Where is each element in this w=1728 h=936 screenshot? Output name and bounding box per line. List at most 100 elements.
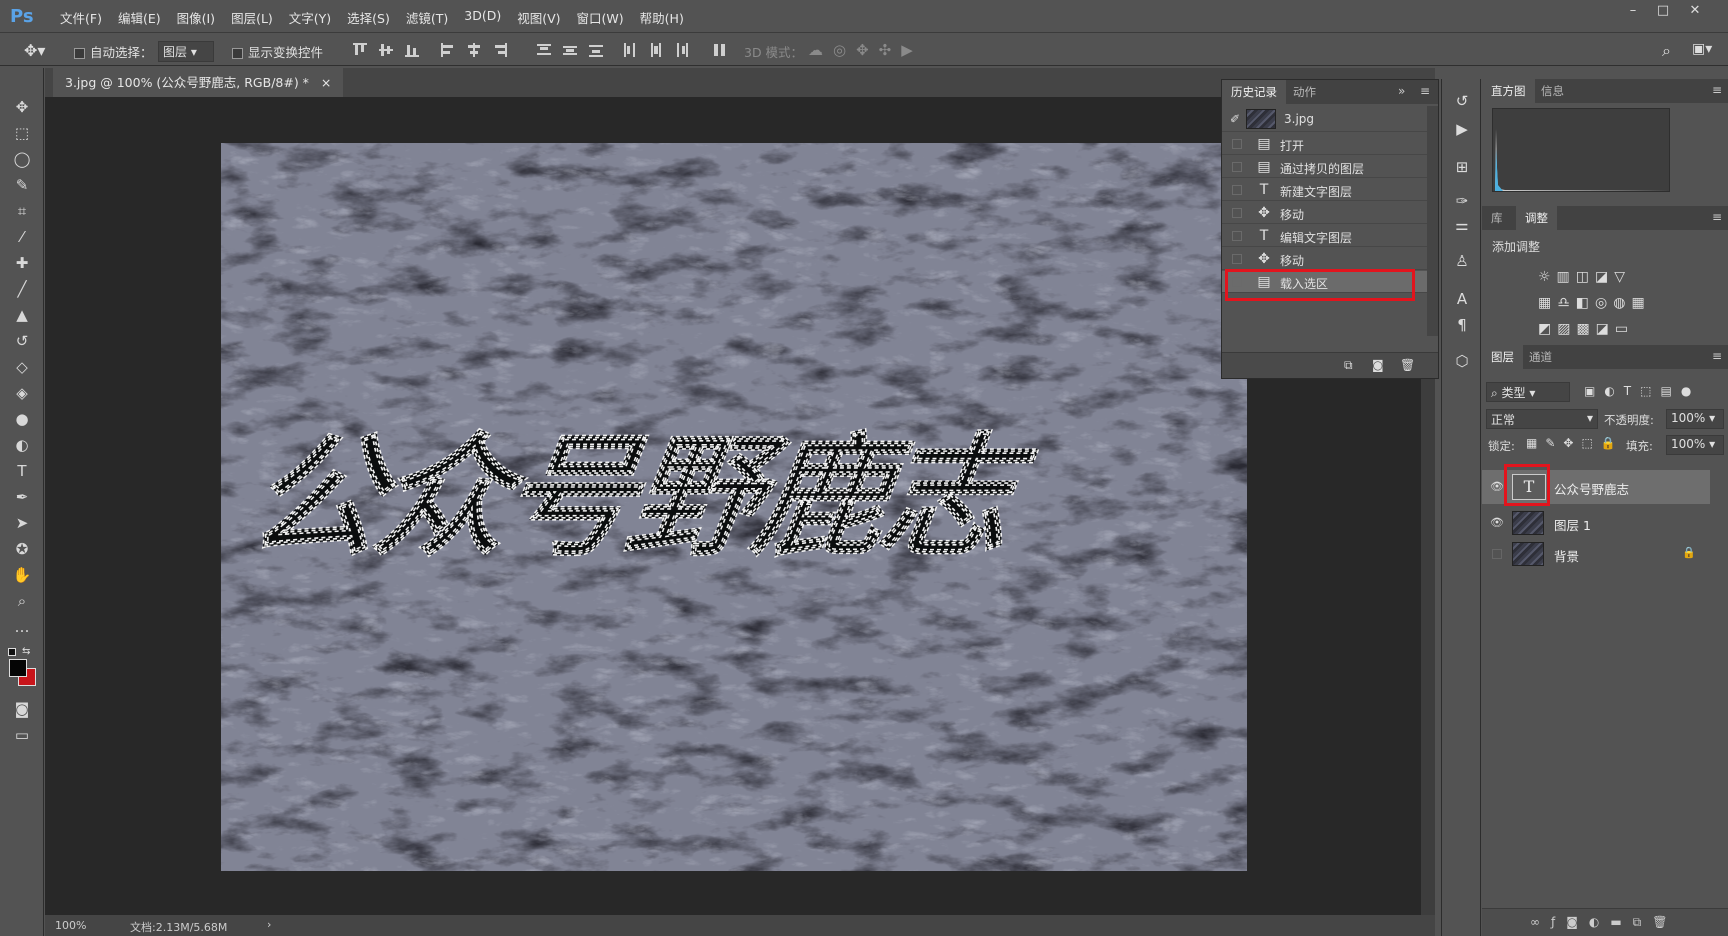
align-hcenter-icon[interactable] bbox=[466, 42, 482, 58]
clone-stamp-tool-icon[interactable]: ▲ bbox=[10, 304, 34, 326]
close-tab-icon[interactable]: × bbox=[321, 75, 331, 90]
paint-bucket-tool-icon[interactable]: ◈ bbox=[10, 382, 34, 404]
adjustment-row-1-icons[interactable]: ☼▥◫◪▽ bbox=[1538, 264, 1688, 290]
visibility-eye-icon[interactable]: 👁 bbox=[1490, 516, 1504, 530]
character-panel-icon[interactable]: A bbox=[1452, 289, 1472, 309]
camera-icon[interactable]: ◙ bbox=[1372, 358, 1384, 372]
distribute-bottom-icon[interactable] bbox=[588, 42, 604, 58]
layer-filter-kind-dropdown[interactable]: ⌕ 类型 ▾ bbox=[1486, 382, 1570, 402]
history-item[interactable]: ▤ 通过拷贝的图层 bbox=[1222, 156, 1427, 178]
auto-align-icon[interactable] bbox=[712, 42, 728, 58]
tab-layers[interactable]: 图层 bbox=[1482, 345, 1523, 369]
menu-select[interactable]: 选择(S) bbox=[339, 8, 398, 27]
show-transform-checkbox[interactable]: 显示变换控件 bbox=[232, 42, 323, 61]
history-scrollbar[interactable] bbox=[1427, 106, 1438, 336]
lasso-tool-icon[interactable]: ◯ bbox=[10, 148, 34, 170]
distribute-hcenter-icon[interactable] bbox=[648, 42, 664, 58]
screen-mode-icon[interactable]: ▭ bbox=[10, 724, 34, 746]
foreground-color-swatch[interactable] bbox=[9, 659, 27, 677]
paragraph-panel-icon[interactable]: ¶ bbox=[1452, 315, 1472, 335]
distribute-left-icon[interactable] bbox=[622, 42, 638, 58]
tab-actions[interactable]: 动作 bbox=[1284, 80, 1325, 104]
zoom-level[interactable]: 100% bbox=[55, 919, 86, 932]
layer-footer-icons[interactable]: ∞ƒ◙◐▬⧉🗑 bbox=[1530, 915, 1678, 930]
hand-tool-icon[interactable]: ✋ bbox=[10, 564, 34, 586]
layer-filter-icons[interactable]: ▣◐T⬚▤● bbox=[1584, 384, 1700, 398]
layer-row-background[interactable]: 背景 🔒 bbox=[1482, 539, 1710, 569]
canvas-image[interactable]: 公众号野鹿志 bbox=[221, 143, 1247, 871]
align-right-icon[interactable] bbox=[492, 42, 508, 58]
tab-libraries[interactable]: 库 bbox=[1482, 206, 1512, 230]
align-vcenter-icon[interactable] bbox=[378, 42, 394, 58]
align-bottom-icon[interactable] bbox=[404, 42, 420, 58]
panel-menu-icon[interactable]: ≡ bbox=[1712, 210, 1722, 224]
eyedropper-tool-icon[interactable]: ⁄ bbox=[10, 226, 34, 248]
history-brush-tool-icon[interactable]: ↺ bbox=[10, 330, 34, 352]
auto-select-dropdown[interactable]: 图层 ▾ bbox=[158, 41, 214, 62]
default-colors-icon[interactable] bbox=[8, 648, 16, 656]
clone-source-icon[interactable]: ♙ bbox=[1452, 251, 1472, 271]
search-icon[interactable]: ⌕ bbox=[1662, 41, 1671, 61]
menu-filter[interactable]: 滤镜(T) bbox=[398, 8, 456, 27]
quick-mask-icon[interactable]: ◙ bbox=[10, 698, 34, 720]
blur-tool-icon[interactable]: ● bbox=[10, 408, 34, 430]
menu-type[interactable]: 文字(Y) bbox=[281, 8, 339, 27]
adjustment-icons[interactable]: ☼▥◫◪▽ ▦♎◧◎◍▦ ◩▨▩◪▭ bbox=[1538, 264, 1688, 342]
distribute-right-icon[interactable] bbox=[674, 42, 690, 58]
minimize-button[interactable]: – bbox=[1620, 4, 1646, 20]
history-item[interactable]: T 新建文字图层 bbox=[1222, 179, 1427, 201]
trash-icon[interactable]: 🗑 bbox=[1400, 358, 1415, 372]
history-item[interactable]: ✥ 移动 bbox=[1222, 248, 1427, 270]
fill-input[interactable]: 100% ▾ bbox=[1666, 435, 1724, 455]
brush-settings-icon[interactable]: ⚌ bbox=[1452, 215, 1472, 235]
tab-history[interactable]: 历史记录 bbox=[1222, 80, 1286, 104]
menu-view[interactable]: 视图(V) bbox=[509, 8, 568, 27]
history-item[interactable]: ✥ 移动 bbox=[1222, 202, 1427, 224]
marquee-tool-icon[interactable]: ⬚ bbox=[10, 122, 34, 144]
status-menu-arrow-icon[interactable]: › bbox=[267, 918, 271, 931]
panel-menu-icon[interactable]: ≡ bbox=[1712, 83, 1722, 97]
path-select-tool-icon[interactable]: ➤ bbox=[10, 512, 34, 534]
shape-tool-icon[interactable]: ✪ bbox=[10, 538, 34, 560]
opacity-input[interactable]: 100% ▾ bbox=[1666, 409, 1724, 429]
visibility-eye-icon[interactable]: 👁 bbox=[1490, 480, 1504, 494]
align-top-icon[interactable] bbox=[352, 42, 368, 58]
eraser-tool-icon[interactable]: ◇ bbox=[10, 356, 34, 378]
menu-image[interactable]: 图像(I) bbox=[169, 8, 223, 27]
menu-file[interactable]: 文件(F) bbox=[52, 8, 110, 27]
dodge-tool-icon[interactable]: ◐ bbox=[10, 434, 34, 456]
brush-panel-icon[interactable]: ✑ bbox=[1452, 191, 1472, 211]
actions-panel-icon[interactable]: ▶ bbox=[1452, 119, 1472, 139]
new-document-from-state-icon[interactable]: ⧉ bbox=[1344, 358, 1353, 373]
brush-tool-icon[interactable]: ╱ bbox=[10, 278, 34, 300]
tab-channels[interactable]: 通道 bbox=[1520, 345, 1561, 369]
distribute-top-icon[interactable] bbox=[536, 42, 552, 58]
3d-panel-icon[interactable]: ⊞ bbox=[1452, 157, 1472, 177]
crop-tool-icon[interactable]: ⌗ bbox=[10, 200, 34, 222]
panel-menu-icon[interactable]: ≡ bbox=[1420, 84, 1430, 98]
pen-tool-icon[interactable]: ✒ bbox=[10, 486, 34, 508]
history-snapshot[interactable]: ✐ 3.jpg bbox=[1222, 106, 1427, 132]
menu-3d[interactable]: 3D(D) bbox=[456, 8, 509, 27]
workspace-icon[interactable]: ▣▾ bbox=[1692, 41, 1712, 57]
swap-colors-icon[interactable]: ⇆ bbox=[22, 646, 30, 657]
menu-help[interactable]: 帮助(H) bbox=[632, 8, 692, 27]
panel-menu-icon[interactable]: ≡ bbox=[1712, 349, 1722, 363]
blend-mode-dropdown[interactable]: 正常 ▾ bbox=[1486, 409, 1598, 429]
menu-window[interactable]: 窗口(W) bbox=[569, 8, 632, 27]
layer-row-image[interactable]: 👁 图层 1 bbox=[1482, 508, 1710, 538]
menu-edit[interactable]: 编辑(E) bbox=[110, 8, 169, 27]
move-tool-icon[interactable]: ✥ bbox=[10, 96, 34, 118]
distribute-vcenter-icon[interactable] bbox=[562, 42, 578, 58]
adjustment-row-3-icons[interactable]: ◩▨▩◪▭ bbox=[1538, 316, 1688, 342]
type-tool-icon[interactable]: T bbox=[10, 460, 34, 482]
tab-histogram[interactable]: 直方图 bbox=[1482, 79, 1535, 103]
close-button[interactable]: ✕ bbox=[1682, 4, 1708, 20]
align-left-icon[interactable] bbox=[440, 42, 456, 58]
visibility-toggle-off[interactable] bbox=[1492, 549, 1502, 559]
history-item[interactable]: ▤ 打开 bbox=[1222, 133, 1427, 155]
tab-info[interactable]: 信息 bbox=[1532, 79, 1573, 103]
quick-select-tool-icon[interactable]: ✎ bbox=[10, 174, 34, 196]
zoom-tool-icon[interactable]: ⌕ bbox=[10, 590, 34, 612]
maximize-button[interactable]: □ bbox=[1650, 4, 1676, 20]
